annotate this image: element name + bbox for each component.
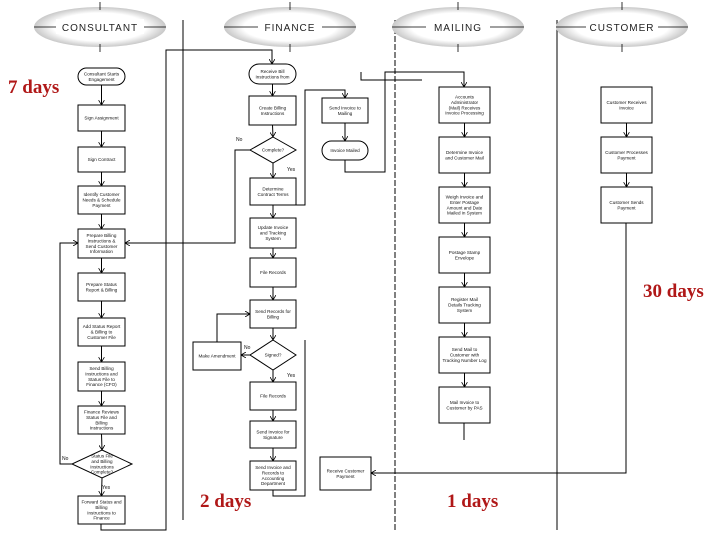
flow-node-c7: Add Status Report & Billing to Customer Fi…	[77, 317, 126, 347]
duration-finance: 2 days	[200, 491, 252, 512]
flow-node-m7: Mail Invoice to Customer by PAS	[438, 386, 491, 424]
process-flowchart: Consultant Starts Engagement Sign Assignme…	[0, 0, 720, 540]
node-label: Sign Contract	[88, 157, 117, 162]
flow-node-m1: Accounts Administrator (Mail) Receives Invo…	[438, 86, 491, 124]
flow-connector	[125, 149, 250, 243]
branch-label-no: No	[244, 345, 251, 351]
flow-node-m5: Register Mail Details Tracking System	[438, 286, 491, 324]
flow-node-u1: Customer Receives Invoice	[600, 86, 653, 124]
flow-node-f4: Determine Contract Terms	[249, 177, 297, 206]
flow-node-f7: Send Records for Billing	[249, 299, 297, 329]
lane-title: CONSULTANT	[62, 23, 138, 34]
flow-node-m6: Send Mail to Customer with Tracking Number…	[438, 336, 491, 374]
node-label: Consultant Starts Engagement	[84, 71, 120, 81]
flow-node-f11: Send Invoice for Signature	[249, 420, 297, 449]
duration-mailing: 1 days	[447, 491, 499, 512]
flow-connector	[273, 124, 274, 137]
flow-node-f10: File Records	[249, 381, 297, 411]
branch-label-yes: Yes	[287, 373, 296, 379]
node-label: Status File and Billing Instructions Comple…	[90, 454, 114, 475]
node-label: Make Amendment	[198, 354, 236, 359]
lane-title: FINANCE	[265, 23, 316, 34]
node-label: Complete?	[262, 148, 285, 153]
flow-node-m0: Send Invoice to Mailing	[321, 97, 369, 124]
branch-label-no: No	[62, 456, 69, 462]
flow-node-f9: Make Amendment	[192, 341, 242, 371]
flow-node-f2: Create Billing Instructions	[248, 95, 297, 126]
duration-consultant: 7 days	[8, 77, 60, 98]
node-label: Create Billing Instructions	[259, 105, 287, 115]
flow-node-c8: Send Billing Instructions and Status File …	[77, 361, 126, 392]
node-label: Mail Invoice to Customer by PAS	[446, 400, 482, 410]
flow-node-m00: Invoice Mailed	[321, 140, 369, 161]
flow-node-m4: Postage Stamp Envelope	[438, 236, 491, 274]
flow-connector	[100, 49, 272, 531]
flow-node-c6: Prepare Status Report & Billing	[77, 272, 126, 302]
branch-label-yes: Yes	[102, 485, 111, 491]
flow-node-c4: Identify Customer Needs & Schedule Payment	[77, 185, 126, 215]
node-label: Sign Assignment	[84, 116, 119, 121]
flow-connector	[360, 72, 422, 81]
lane-title: CUSTOMER	[589, 23, 654, 34]
node-label: Weigh Invoice and Enter Postage Amount and…	[446, 195, 484, 216]
lane-header-customer: CUSTOMER	[556, 2, 688, 52]
flow-node-m8: Receive Customer Payment	[319, 456, 372, 491]
flow-node-u3: Customer Sends Payment	[600, 186, 653, 224]
flow-node-f5: Update Invoice and Tracking System	[249, 217, 297, 249]
flow-connector	[216, 314, 250, 342]
node-label: File Records	[260, 394, 286, 399]
flow-node-f8: Signed?	[249, 339, 297, 371]
flow-node-f6: File Records	[249, 257, 297, 288]
flow-node-f3: Complete?	[248, 136, 298, 164]
node-label: Determine Invoice and Customer Mail	[445, 150, 484, 160]
branch-label-yes: Yes	[287, 167, 296, 173]
flow-connector	[371, 223, 627, 473]
flow-node-c10: Status File and Billing Instructions Comple…	[70, 449, 134, 479]
flow-node-u2: Customer Processes Payment	[600, 136, 653, 174]
flow-node-c2: Sign Assignment	[77, 104, 126, 132]
node-label: Invoice Mailed	[330, 148, 360, 153]
flow-node-c3: Sign Contract	[77, 146, 126, 173]
flow-node-c5: Prepare Billing Instructions & Send Custom…	[77, 228, 126, 259]
node-label: Prepare Status Report & Billing	[86, 282, 118, 292]
flow-connector	[102, 433, 103, 450]
flow-node-m3: Weigh Invoice and Enter Postage Amount and…	[438, 186, 491, 224]
lane-header-mailing: MAILING	[392, 2, 524, 52]
flow-node-c9: Finance Reviews Status File and Billing Ins…	[77, 405, 126, 435]
lane-header-consultant: CONSULTANT	[34, 2, 166, 52]
flow-node-f1: Receive Bill Instructions from	[248, 63, 297, 85]
lane-title: MAILING	[434, 23, 482, 34]
node-label: Signed?	[265, 353, 282, 358]
flowchart-canvas: Consultant Starts Engagement Sign Assignme…	[34, 2, 688, 531]
flow-node-c11: Forward Status and Billing Instructions to…	[77, 495, 126, 525]
flow-node-m2: Determine Invoice and Customer Mail	[438, 136, 491, 174]
flow-node-f12: Send Invoice and Records to Accounting Depa…	[249, 460, 297, 491]
lane-header-finance: FINANCE	[224, 2, 356, 52]
branch-label-no: No	[236, 137, 243, 143]
node-label: Send Billing Instructions and Status File …	[85, 366, 118, 387]
flow-node-c1: Consultant Starts Engagement	[77, 67, 126, 86]
flow-connector	[59, 243, 78, 465]
node-label: File Records	[260, 270, 286, 275]
duration-customer: 30 days	[643, 281, 704, 302]
